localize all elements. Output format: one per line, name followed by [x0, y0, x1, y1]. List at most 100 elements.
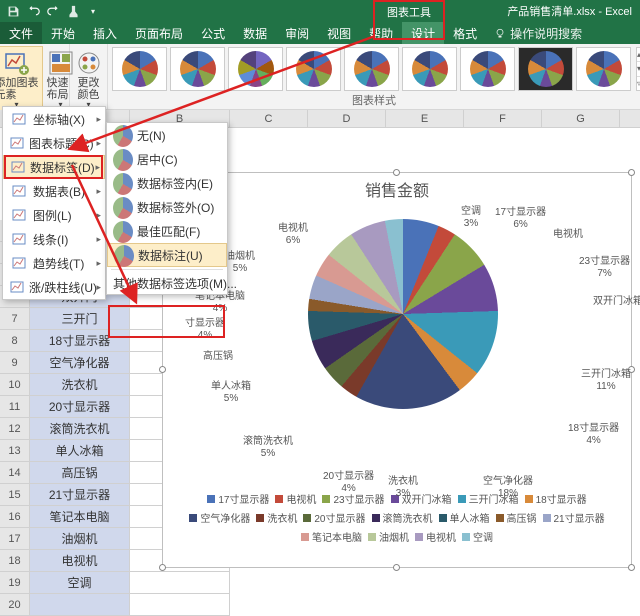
data-label[interactable]: 18寸显示器4%	[568, 423, 619, 446]
row-header[interactable]: 11	[0, 396, 30, 418]
tab-设计[interactable]: 设计	[402, 22, 444, 44]
save-icon[interactable]	[6, 4, 20, 18]
row-header[interactable]: 13	[0, 440, 30, 462]
menu-item[interactable]: 图表标题(C)▸	[3, 131, 105, 155]
data-label[interactable]: 23寸显示器7%	[579, 256, 630, 279]
tab-格式[interactable]: 格式	[444, 22, 486, 44]
cell[interactable]: 洗衣机	[30, 374, 130, 396]
chart-title[interactable]: 销售金额	[163, 173, 631, 201]
col-header-F[interactable]: F	[464, 110, 542, 127]
tab-审阅[interactable]: 审阅	[276, 22, 318, 44]
cell[interactable]: 滚筒洗衣机	[30, 418, 130, 440]
row-header[interactable]: 8	[0, 330, 30, 352]
row-header[interactable]: 19	[0, 572, 30, 594]
legend-item[interactable]: 18寸显示器	[525, 491, 587, 506]
pie-slices[interactable]	[308, 219, 498, 409]
submenu-item[interactable]: 无(N)	[107, 123, 227, 147]
tab-插入[interactable]: 插入	[84, 22, 126, 44]
embedded-pie-chart[interactable]: 销售金额 空调3%17寸显示器6%电视机6%电视机油烟机5%23寸显示器7%笔记…	[162, 172, 632, 568]
row-header[interactable]: 12	[0, 418, 30, 440]
row-header[interactable]: 15	[0, 484, 30, 506]
menu-item[interactable]: 线条(I)▸	[3, 227, 105, 251]
more-label-options[interactable]: 其他数据标签选项(M)...	[107, 272, 227, 294]
legend-item[interactable]: 电视机	[415, 529, 456, 544]
col-header-G[interactable]: G	[542, 110, 620, 127]
row-header[interactable]: 14	[0, 462, 30, 484]
cell[interactable]: 高压锅	[30, 462, 130, 484]
legend-item[interactable]: 油烟机	[368, 529, 409, 544]
chart-style-thumb[interactable]	[286, 47, 341, 91]
cell[interactable]: 18寸显示器	[30, 330, 130, 352]
legend-item[interactable]: 空气净化器	[189, 510, 250, 525]
plot-area[interactable]: 空调3%17寸显示器6%电视机6%电视机油烟机5%23寸显示器7%笔记本电脑4%…	[163, 201, 631, 491]
chart-legend[interactable]: 17寸显示器电视机23寸显示器双开门冰箱三开门冰箱18寸显示器空气净化器洗衣机2…	[163, 491, 631, 550]
data-labels-submenu[interactable]: 无(N)居中(C)数据标签内(E)数据标签外(O)最佳匹配(F)数据标注(U) 其…	[106, 122, 228, 295]
data-label[interactable]: 高压锅	[203, 351, 233, 363]
menu-item[interactable]: 坐标轴(X)▸	[3, 107, 105, 131]
data-label[interactable]: 滚筒洗衣机5%	[243, 436, 293, 459]
cell[interactable]	[130, 572, 230, 594]
data-label[interactable]: 电视机6%	[278, 223, 308, 246]
data-label[interactable]: 17寸显示器6%	[495, 207, 546, 230]
cell[interactable]	[130, 594, 230, 616]
add-element-menu[interactable]: 坐标轴(X)▸图表标题(C)▸数据标签(D)▸数据表(B)▸图例(L)▸线条(I…	[2, 106, 106, 300]
table-row[interactable]: 20	[0, 594, 640, 616]
chart-style-thumb[interactable]	[460, 47, 515, 91]
data-label[interactable]: 洗衣机3%	[388, 476, 418, 499]
row-header[interactable]: 7	[0, 308, 30, 330]
cell[interactable]: 笔记本电脑	[30, 506, 130, 528]
chart-style-thumb[interactable]	[402, 47, 457, 91]
tab-数据[interactable]: 数据	[234, 22, 276, 44]
chart-style-thumb[interactable]	[576, 47, 631, 91]
cell[interactable]: 21寸显示器	[30, 484, 130, 506]
undo-icon[interactable]	[26, 4, 40, 18]
tab-视图[interactable]: 视图	[318, 22, 360, 44]
data-label[interactable]: 空气净化器18%	[483, 476, 533, 499]
table-row[interactable]: 19空调	[0, 572, 640, 594]
tab-帮助[interactable]: 帮助	[360, 22, 402, 44]
tab-公式[interactable]: 公式	[192, 22, 234, 44]
legend-item[interactable]: 洗衣机	[256, 510, 297, 525]
data-label[interactable]: 电视机	[553, 229, 583, 241]
col-header-C[interactable]: C	[230, 110, 308, 127]
row-header[interactable]: 20	[0, 594, 30, 616]
col-header-E[interactable]: E	[386, 110, 464, 127]
submenu-item[interactable]: 居中(C)	[107, 147, 227, 171]
chart-styles-gallery[interactable]: ▴▾▿ 图表样式	[108, 44, 640, 109]
tell-me[interactable]: 操作说明搜索	[486, 22, 590, 44]
submenu-item[interactable]: 最佳匹配(F)	[107, 219, 227, 243]
row-header[interactable]: 16	[0, 506, 30, 528]
data-label[interactable]: 20寸显示器4%	[323, 471, 374, 494]
gallery-scroll[interactable]: ▴▾▿	[636, 47, 640, 91]
legend-item[interactable]: 17寸显示器	[207, 491, 269, 506]
chart-style-thumb[interactable]	[112, 47, 167, 91]
legend-item[interactable]: 20寸显示器	[303, 510, 365, 525]
row-header[interactable]: 10	[0, 374, 30, 396]
row-header[interactable]: 9	[0, 352, 30, 374]
add-chart-element-button[interactable]: 添加图表 元素 ▾	[0, 46, 43, 113]
menu-item[interactable]: 数据表(B)▸	[3, 179, 105, 203]
submenu-item[interactable]: 数据标签外(O)	[107, 195, 227, 219]
cell[interactable]	[30, 594, 130, 616]
data-label[interactable]: 寸显示器4%	[185, 318, 225, 341]
cell[interactable]: 20寸显示器	[30, 396, 130, 418]
legend-item[interactable]: 电视机	[275, 491, 316, 506]
tab-开始[interactable]: 开始	[42, 22, 84, 44]
chart-style-thumb[interactable]	[170, 47, 225, 91]
cell[interactable]: 三开门	[30, 308, 130, 330]
cell[interactable]: 空气净化器	[30, 352, 130, 374]
legend-item[interactable]: 空调	[462, 529, 493, 544]
cell[interactable]: 空调	[30, 572, 130, 594]
submenu-item[interactable]: 数据标签内(E)	[107, 171, 227, 195]
data-label[interactable]: 三开门冰箱11%	[581, 369, 631, 392]
chart-style-thumb[interactable]	[228, 47, 283, 91]
chart-style-thumb[interactable]	[344, 47, 399, 91]
submenu-item[interactable]: 数据标注(U)	[107, 243, 227, 267]
change-colors-button[interactable]: 更改 颜色 ▾	[71, 46, 107, 113]
data-label[interactable]: 油烟机5%	[225, 251, 255, 274]
data-label[interactable]: 单人冰箱5%	[211, 381, 251, 404]
row-header[interactable]: 17	[0, 528, 30, 550]
col-header-D[interactable]: D	[308, 110, 386, 127]
touch-mode-icon[interactable]	[66, 4, 80, 18]
legend-item[interactable]: 笔记本电脑	[301, 529, 362, 544]
